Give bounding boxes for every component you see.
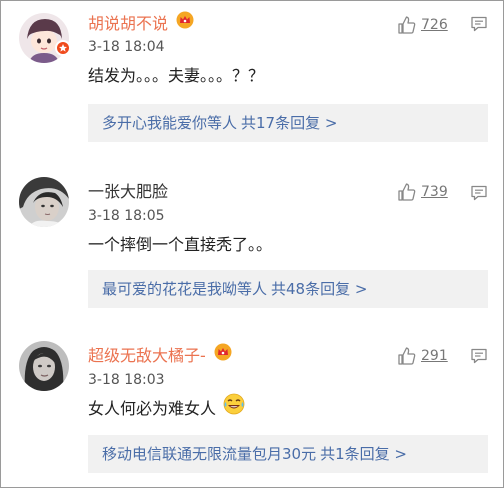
comment-time: 3-18 18:05 <box>88 208 165 224</box>
user-name-text[interactable]: 超级无敌大橘子- <box>88 346 206 365</box>
chat-bubble-icon <box>471 16 487 32</box>
comment-text: 一个摔倒一个直接秃了。。 <box>88 235 273 254</box>
crown-icon <box>214 343 232 367</box>
comment-item: 超级无敌大橘子- 3-18 18:03 女人何必为难女人 移动电信联通无限流量包… <box>1 329 503 487</box>
comment-list: 胡说胡不说 3-18 18:04 结发为。。。夫妻。。。？？ 多开心我能爱你等人… <box>0 0 504 488</box>
avatar[interactable] <box>19 177 69 227</box>
reply-summary[interactable]: 最可爱的花花是我呦等人 共48条回复 > <box>88 270 488 308</box>
user-name[interactable]: 胡说胡不说 <box>88 11 194 35</box>
comment-time: 3-18 18:03 <box>88 372 165 388</box>
thumbs-up-icon <box>398 183 416 201</box>
user-name[interactable]: 超级无敌大橘子- <box>88 343 232 367</box>
reply-count[interactable]: 共17条回复 > <box>241 114 337 132</box>
reply-button[interactable] <box>470 15 488 37</box>
comment-item: 胡说胡不说 3-18 18:04 结发为。。。夫妻。。。？？ 多开心我能爱你等人… <box>1 1 503 161</box>
chat-bubble-icon <box>471 348 487 364</box>
comment-text: 结发为。。。夫妻。。。？？ <box>88 66 265 85</box>
comment-text-content: 女人何必为难女人 <box>88 399 217 418</box>
like-button[interactable]: 726 <box>397 15 448 35</box>
reply-summary[interactable]: 移动电信联通无限流量包月30元 共1条回复 > <box>88 435 488 473</box>
user-name-text[interactable]: 一张大肥脸 <box>88 182 168 201</box>
thumbs-up-icon <box>398 16 416 34</box>
comment-text: 女人何必为难女人 <box>88 393 245 423</box>
chat-bubble-icon <box>471 185 487 201</box>
reply-users[interactable]: 移动电信联通无限流量包月30元 <box>102 445 316 463</box>
like-count[interactable]: 739 <box>421 183 448 201</box>
reply-count[interactable]: 共48条回复 > <box>271 280 367 298</box>
reply-summary[interactable]: 多开心我能爱你等人 共17条回复 > <box>88 104 488 142</box>
comment-item: 一张大肥脸 3-18 18:05 一个摔倒一个直接秃了。。 最可爱的花花是我呦等… <box>1 167 503 327</box>
laughing-tears-emoji <box>223 393 245 423</box>
like-button[interactable]: 291 <box>397 346 448 366</box>
like-count[interactable]: 291 <box>421 347 448 365</box>
user-name-text[interactable]: 胡说胡不说 <box>88 14 168 33</box>
user-name[interactable]: 一张大肥脸 <box>88 181 168 203</box>
thumbs-up-icon <box>398 347 416 365</box>
comment-time: 3-18 18:04 <box>88 39 165 55</box>
like-button[interactable]: 739 <box>397 182 448 202</box>
verified-badge-icon <box>55 40 71 56</box>
reply-button[interactable] <box>470 184 488 206</box>
like-count[interactable]: 726 <box>421 16 448 34</box>
avatar[interactable] <box>19 341 69 391</box>
reply-users[interactable]: 最可爱的花花是我呦等人 <box>102 280 267 298</box>
reply-button[interactable] <box>470 347 488 369</box>
reply-users[interactable]: 多开心我能爱你等人 <box>102 114 237 132</box>
crown-icon <box>176 11 194 35</box>
reply-count[interactable]: 共1条回复 > <box>320 445 407 463</box>
